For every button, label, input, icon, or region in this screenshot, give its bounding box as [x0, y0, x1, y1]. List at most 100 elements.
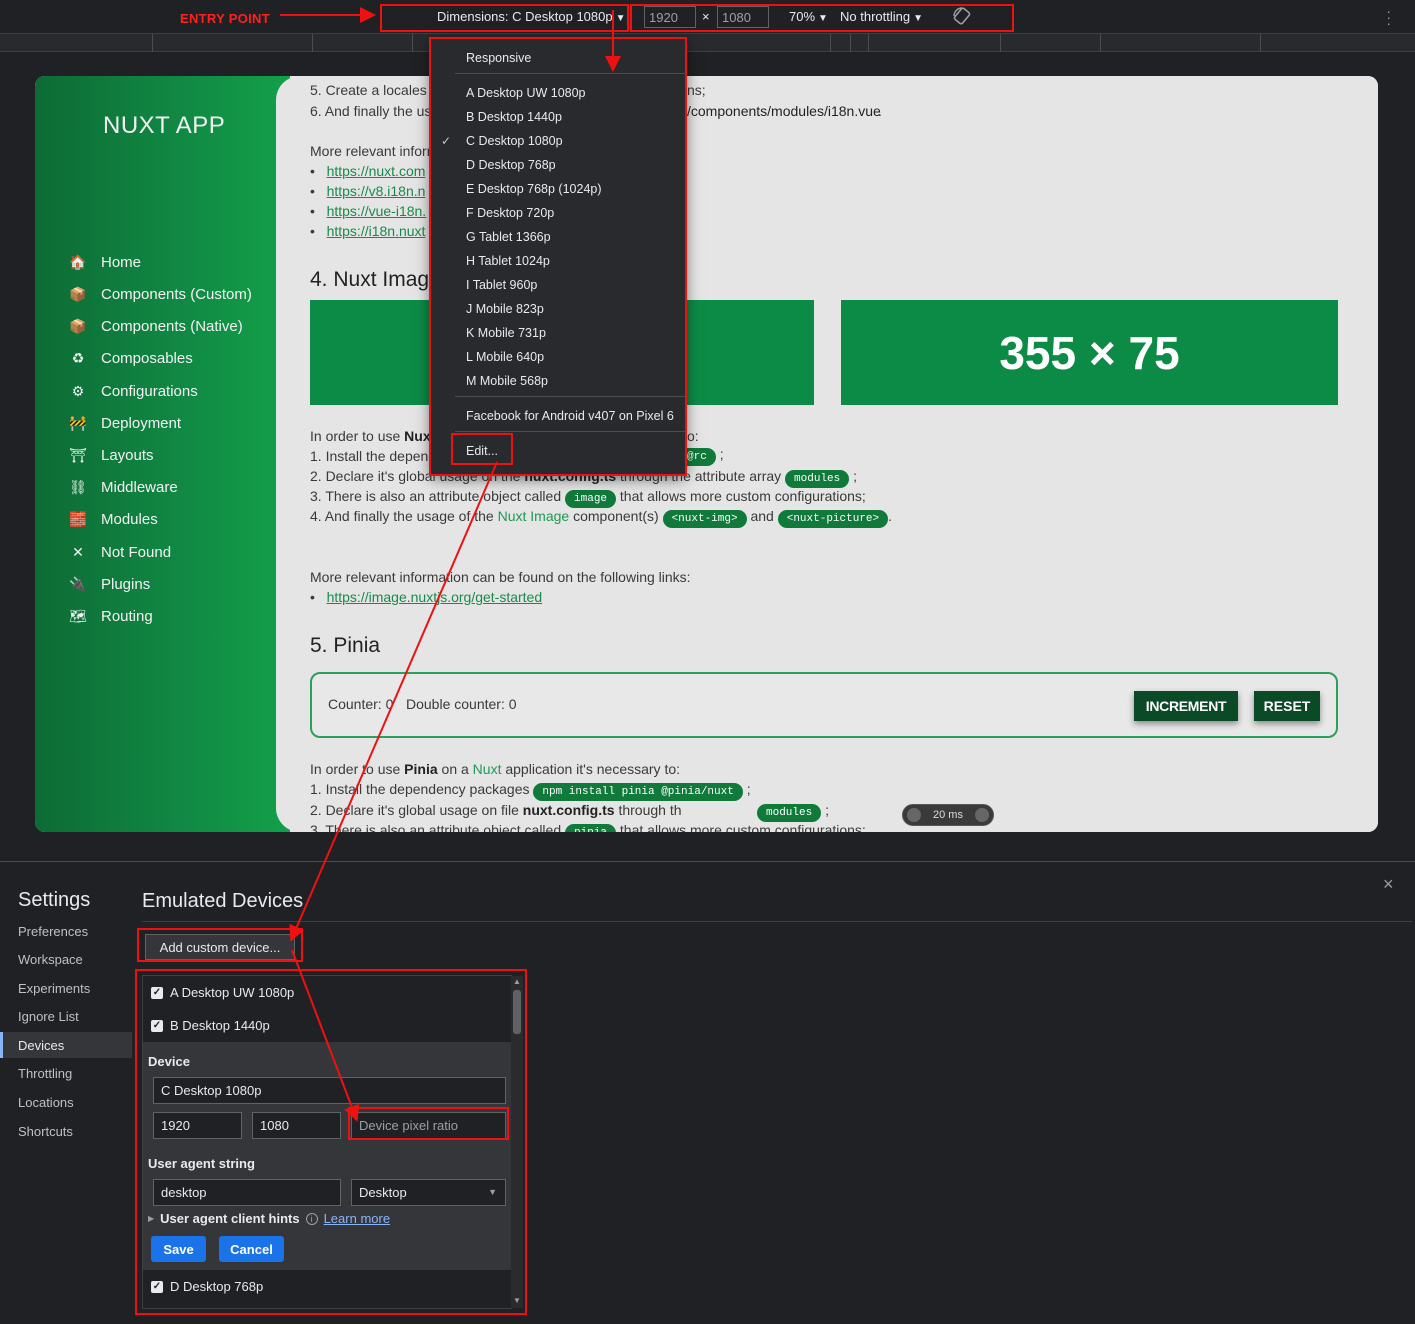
increment-button[interactable]: INCREMENT: [1134, 691, 1238, 721]
dropdown-item-device[interactable]: I Tablet 960p: [466, 278, 537, 292]
dropdown-item-device[interactable]: H Tablet 1024p: [466, 254, 550, 268]
link[interactable]: https://image.nuxtjs.org/get-started: [327, 589, 543, 605]
cancel-button[interactable]: Cancel: [219, 1236, 284, 1262]
device-pixel-ratio-input[interactable]: [351, 1112, 506, 1139]
sidebar-item-components-custom[interactable]: 📦 Components (Custom): [69, 282, 252, 306]
device-row[interactable]: ✓ D Desktop 768p: [151, 1279, 263, 1294]
settings-title: Settings: [18, 889, 91, 911]
height-input[interactable]: [717, 6, 769, 28]
dropdown-item-device[interactable]: F Desktop 720p: [466, 206, 554, 220]
save-button[interactable]: Save: [151, 1236, 206, 1262]
throttling-label: No throttling: [840, 9, 911, 24]
divider: [455, 73, 685, 74]
device-width-input[interactable]: [153, 1112, 242, 1139]
settings-nav-locations[interactable]: Locations: [18, 1095, 74, 1110]
zoom-dropdown[interactable]: 70% ▼: [789, 9, 828, 24]
sidebar-item-routing[interactable]: 🗺 Routing: [69, 604, 153, 628]
user-agent-type-select[interactable]: Desktop ▼: [351, 1179, 506, 1206]
add-custom-device-button[interactable]: Add custom device...: [145, 934, 295, 960]
dropdown-item-device[interactable]: G Tablet 1366p: [466, 230, 551, 244]
link[interactable]: https://nuxt.com: [327, 163, 426, 179]
settings-nav-workspace[interactable]: Workspace: [18, 952, 83, 967]
throttling-dropdown[interactable]: No throttling ▼: [840, 9, 923, 24]
sidebar-item-modules[interactable]: 🧱 Modules: [69, 507, 158, 531]
code-pill: <nuxt-img>: [662, 510, 747, 528]
user-agent-label: User agent string: [148, 1156, 255, 1171]
dropdown-item-edit[interactable]: Edit...: [466, 444, 498, 458]
link-item[interactable]: • https://vue-i18n.: [310, 203, 426, 219]
device-name-input[interactable]: [153, 1077, 506, 1104]
checkbox-checked-icon[interactable]: ✓: [151, 1019, 163, 1032]
caret-down-icon: ▼: [818, 13, 828, 24]
dropdown-item-device[interactable]: J Mobile 823p: [466, 302, 544, 316]
sidebar-item-layouts[interactable]: ⛩ Layouts: [69, 443, 153, 467]
dropdown-item-device[interactable]: B Desktop 1440p: [466, 110, 562, 124]
device-height-input[interactable]: [252, 1112, 341, 1139]
sidebar-item-label: Modules: [101, 510, 158, 528]
dropdown-item-responsive[interactable]: Responsive: [466, 51, 531, 65]
device-list: ✓ A Desktop UW 1080p ✓ B Desktop 1440p Dev…: [142, 975, 523, 1309]
dropdown-item-device[interactable]: C Desktop 1080p: [466, 134, 563, 148]
sidebar-item-label: Home: [101, 253, 142, 271]
dropdown-item-device[interactable]: M Mobile 568p: [466, 374, 548, 388]
link-item[interactable]: • https://image.nuxtjs.org/get-started: [310, 589, 542, 605]
link[interactable]: https://i18n.nuxt: [327, 223, 426, 239]
settings-nav-experiments[interactable]: Experiments: [18, 981, 90, 996]
triangle-right-icon: ▶: [148, 1214, 155, 1223]
info-icon: i: [305, 1212, 318, 1225]
link-item[interactable]: • https://v8.i18n.n: [310, 183, 425, 199]
sidebar-item-deployment[interactable]: 🚧 Deployment: [69, 411, 181, 435]
settings-nav-preferences[interactable]: Preferences: [18, 924, 88, 939]
reset-button[interactable]: RESET: [1254, 691, 1320, 721]
sidebar-item-not-found[interactable]: ✕ Not Found: [69, 540, 171, 564]
settings-nav-throttling[interactable]: Throttling: [18, 1066, 72, 1081]
settings-nav-ignore-list[interactable]: Ignore List: [18, 1009, 79, 1024]
section-heading: 4. Nuxt Imag: [310, 268, 430, 291]
link-item[interactable]: • https://i18n.nuxt: [310, 223, 425, 239]
sidebar-item-middleware[interactable]: ⛓ Middleware: [69, 475, 178, 499]
learn-more-link[interactable]: Learn more: [324, 1211, 390, 1226]
user-agent-hints-toggle[interactable]: ▶ User agent client hints i Learn more: [148, 1211, 390, 1226]
times-sign: ×: [702, 9, 710, 24]
dropdown-item-facebook[interactable]: Facebook for Android v407 on Pixel 6: [466, 409, 674, 423]
close-icon[interactable]: ×: [1383, 874, 1394, 895]
dropdown-item-device[interactable]: E Desktop 768p (1024p): [466, 182, 602, 196]
emulated-devices-title: Emulated Devices: [142, 890, 304, 912]
device-row[interactable]: ✓ B Desktop 1440p: [151, 1018, 270, 1033]
sidebar-item-label: Configurations: [101, 382, 198, 400]
width-input[interactable]: [644, 6, 696, 28]
checkbox-checked-icon[interactable]: ✓: [151, 1280, 163, 1293]
dropdown-item-device[interactable]: D Desktop 768p: [466, 158, 556, 172]
text-line: ns;: [687, 82, 706, 98]
settings-nav-shortcuts[interactable]: Shortcuts: [18, 1124, 73, 1139]
dropdown-item-device[interactable]: A Desktop UW 1080p: [466, 86, 586, 100]
dimensions-dropdown[interactable]: Dimensions: C Desktop 1080p ▼: [437, 9, 626, 24]
device-row[interactable]: ✓ A Desktop UW 1080p: [151, 985, 294, 1000]
sidebar-item-configurations[interactable]: ⚙ Configurations: [69, 379, 198, 403]
sidebar-item-label: Not Found: [101, 543, 172, 561]
link[interactable]: https://vue-i18n.: [327, 203, 427, 219]
user-agent-input[interactable]: [153, 1179, 341, 1206]
link[interactable]: https://v8.i18n.n: [327, 183, 426, 199]
divider: [455, 431, 685, 432]
sidebar-item-home[interactable]: 🏠 Home: [69, 250, 141, 274]
dropdown-item-device[interactable]: L Mobile 640p: [466, 350, 544, 364]
dropdown-item-device[interactable]: K Mobile 731p: [466, 326, 546, 340]
more-vertical-icon[interactable]: · · ·: [1386, 4, 1391, 30]
divider: [142, 921, 1412, 922]
link-item[interactable]: • https://nuxt.com: [310, 163, 425, 179]
list-scrollbar[interactable]: ▲ ▼: [511, 976, 523, 1308]
recycle-icon: ♻: [71, 349, 85, 366]
sidebar-item-components-native[interactable]: 📦 Components (Native): [69, 314, 242, 338]
settings-nav-devices[interactable]: Devices: [18, 1038, 64, 1053]
counter-text: Counter: 0: [328, 696, 394, 712]
plugin-icon: 🔌: [69, 575, 87, 592]
sidebar-item-plugins[interactable]: 🔌 Plugins: [69, 572, 150, 596]
sidebar-item-label: Middleware: [101, 478, 178, 496]
deployment-icon: 🚧: [69, 414, 87, 431]
nuxt-icon: [907, 808, 921, 822]
sidebar-item-composables[interactable]: ♻ Composables: [69, 346, 193, 370]
dimensions-label: Dimensions: C Desktop 1080p: [437, 9, 613, 24]
checkbox-checked-icon[interactable]: ✓: [151, 986, 163, 999]
rotate-icon[interactable]: [952, 6, 972, 29]
